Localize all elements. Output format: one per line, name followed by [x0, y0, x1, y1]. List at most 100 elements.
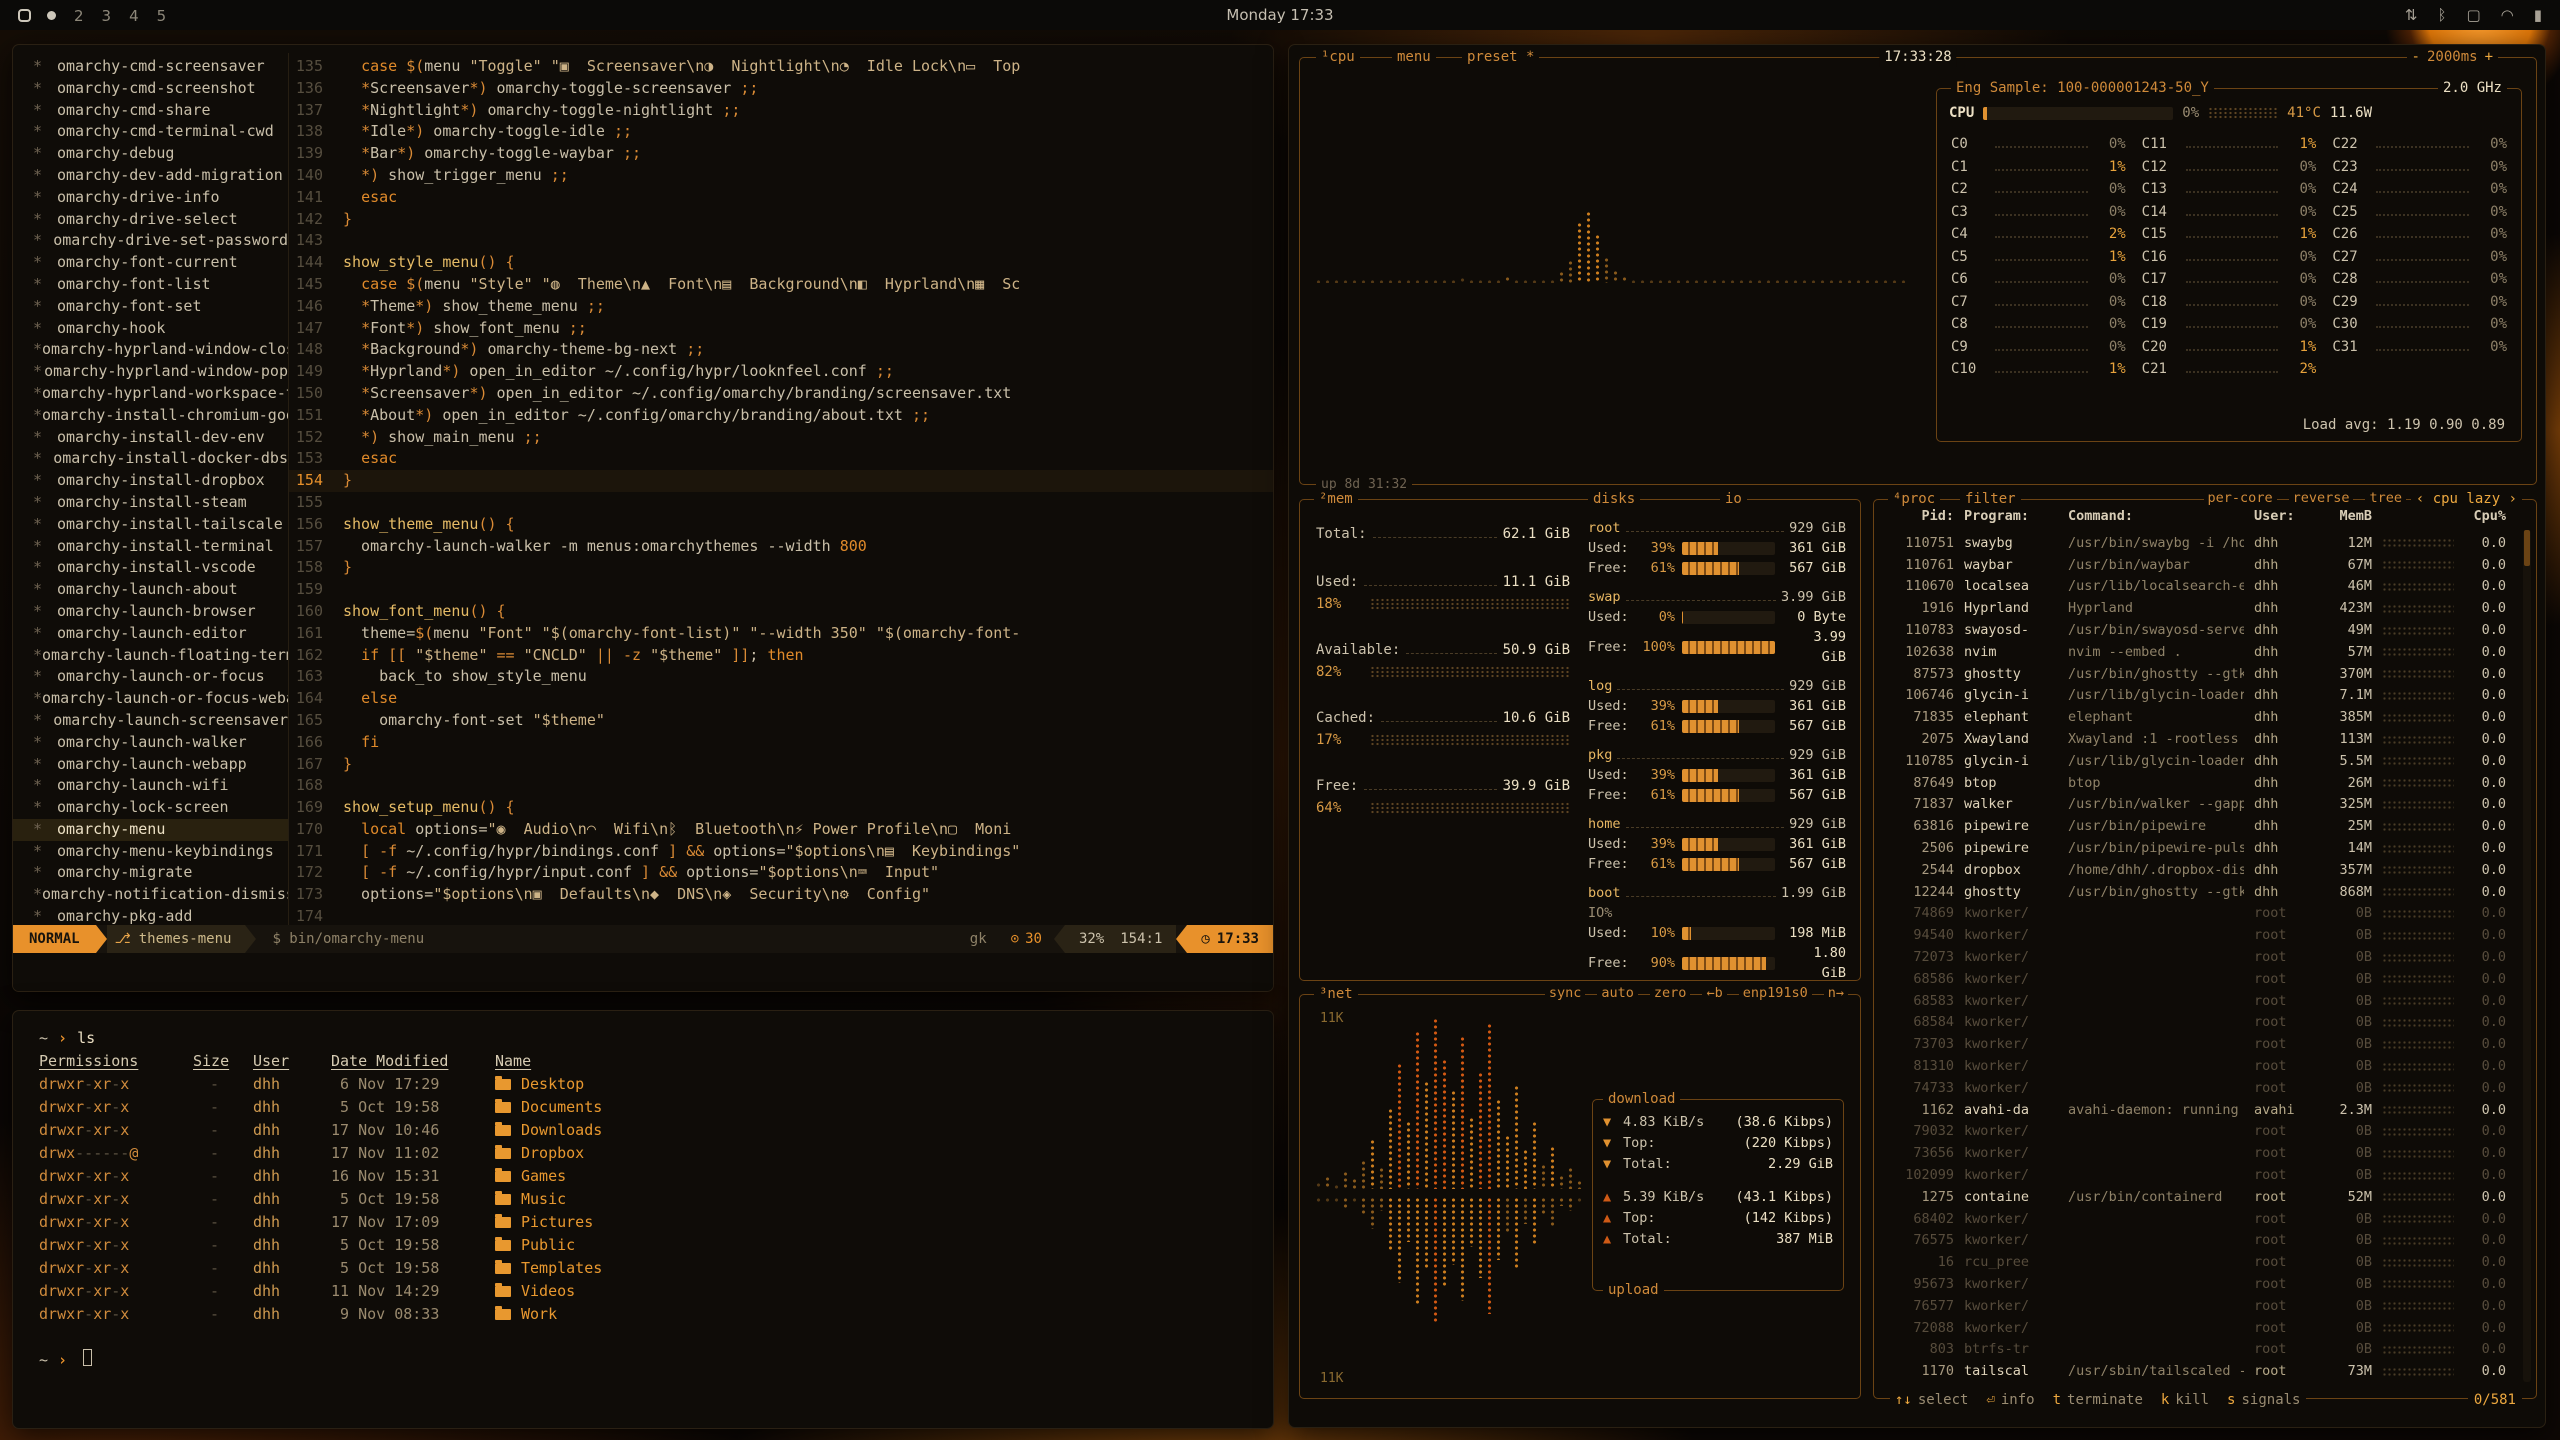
process-row[interactable]: 72073kworker/root0B0.0	[1878, 946, 2516, 968]
file-item[interactable]: *omarchy-debug	[33, 143, 288, 165]
process-row[interactable]: 2544dropbox/home/dhh/.dropbox-distdhh357…	[1878, 859, 2516, 881]
tab-proc[interactable]: ⁴proc	[1888, 490, 1940, 509]
file-item[interactable]: *omarchy-cmd-terminal-cwd	[33, 121, 288, 143]
process-row[interactable]: 1162avahi-daavahi-daemon: running [avahi…	[1878, 1099, 2516, 1121]
proc-header-cell[interactable]	[2382, 508, 2454, 524]
code-line[interactable]: 143	[289, 230, 1273, 252]
file-item[interactable]: *omarchy-launch-editor	[33, 623, 288, 645]
preset-button[interactable]: preset *	[1462, 48, 1539, 67]
process-row[interactable]: 110783swayosd-/usr/bin/swayosd-serverdhh…	[1878, 619, 2516, 641]
tab-net[interactable]: ³net	[1314, 985, 1358, 1004]
code-line[interactable]: 141 esac	[289, 187, 1273, 209]
process-row[interactable]: 95673kworker/root0B0.0	[1878, 1273, 2516, 1295]
bluetooth-icon[interactable]: ᛒ	[2437, 6, 2446, 24]
proc-header-cell[interactable]: Program:	[1964, 508, 2058, 524]
code-line[interactable]: 157 omarchy-launch-walker -m menus:omarc…	[289, 536, 1273, 558]
dir-name[interactable]: Videos	[495, 1280, 1273, 1303]
process-row[interactable]: 68586kworker/root0B0.0	[1878, 968, 2516, 990]
code-line[interactable]: 159	[289, 579, 1273, 601]
file-item[interactable]: *omarchy-install-docker-dbs	[33, 448, 288, 470]
process-row[interactable]: 102099kworker/root0B0.0	[1878, 1164, 2516, 1186]
proc-action-info[interactable]: ⏎info	[1986, 1392, 2034, 1408]
code-line[interactable]: 162 if [[ "$theme" == "CNCLD" || -z "$th…	[289, 645, 1273, 667]
code-line[interactable]: 140 *) show_trigger_menu ;;	[289, 165, 1273, 187]
dir-name[interactable]: Dropbox	[495, 1142, 1273, 1165]
workspace-5[interactable]: 5	[157, 7, 167, 25]
code-line[interactable]: 137 *Nightlight*) omarchy-toggle-nightli…	[289, 100, 1273, 122]
proc-header-cell[interactable]: Pid:	[1888, 508, 1954, 524]
proc-option-tree[interactable]: tree	[2365, 490, 2406, 506]
prompt-line-2[interactable]: ~ ›	[39, 1349, 1273, 1372]
code-line[interactable]: 154}	[289, 470, 1273, 492]
file-item[interactable]: *omarchy-install-dev-env	[33, 427, 288, 449]
file-item[interactable]: *omarchy-cmd-share	[33, 100, 288, 122]
proc-action-terminate[interactable]: tterminate	[2053, 1392, 2143, 1408]
dir-name[interactable]: Pictures	[495, 1211, 1273, 1234]
file-item[interactable]: *omarchy-install-tailscale	[33, 514, 288, 536]
code-line[interactable]: 135 case $(menu "Toggle" "▣ Screensaver\…	[289, 56, 1273, 78]
workspace-4[interactable]: 4	[129, 7, 139, 25]
net-control-←b[interactable]: ←b	[1702, 985, 1726, 1001]
process-row[interactable]: 110751swaybg/usr/bin/swaybg -i /homdhh12…	[1878, 532, 2516, 554]
code-line[interactable]: 150 *Screensaver*) open_in_editor ~/.con…	[289, 383, 1273, 405]
code-line[interactable]: 149 *Hyprland*) open_in_editor ~/.config…	[289, 361, 1273, 383]
disks-label[interactable]: disks	[1588, 490, 1640, 509]
proc-header-cell[interactable]: Command:	[2068, 508, 2244, 524]
process-row[interactable]: 81310kworker/root0B0.0	[1878, 1055, 2516, 1077]
tab-mem[interactable]: ²mem	[1314, 490, 1358, 509]
code-line[interactable]: 145 case $(menu "Style" "◍ Theme\n▲ Font…	[289, 274, 1273, 296]
file-item[interactable]: *omarchy-launch-wifi	[33, 775, 288, 797]
process-row[interactable]: 16rcu_preeroot0B0.0	[1878, 1251, 2516, 1273]
code-line[interactable]: 167}	[289, 754, 1273, 776]
file-item[interactable]: *omarchy-launch-walker	[33, 732, 288, 754]
code-line[interactable]: 151 *About*) open_in_editor ~/.config/om…	[289, 405, 1273, 427]
process-row[interactable]: 73703kworker/root0B0.0	[1878, 1033, 2516, 1055]
file-item[interactable]: *omarchy-hyprland-workspace-toggle	[33, 383, 288, 405]
workspace-1-icon[interactable]	[18, 9, 31, 22]
code-line[interactable]: 147 *Font*) show_font_menu ;;	[289, 318, 1273, 340]
file-item[interactable]: *omarchy-cmd-screenshot	[33, 78, 288, 100]
menu-button[interactable]: menu	[1392, 48, 1436, 67]
dir-name[interactable]: Templates	[495, 1257, 1273, 1280]
dir-name[interactable]: Games	[495, 1165, 1273, 1188]
proc-header-cell[interactable]: MemB	[2320, 508, 2372, 524]
code-line[interactable]: 164 else	[289, 688, 1273, 710]
file-item[interactable]: *omarchy-install-chromium-google-a	[33, 405, 288, 427]
process-row[interactable]: 74869kworker/root0B0.0	[1878, 903, 2516, 925]
process-row[interactable]: 1275containe/usr/bin/containerdroot52M0.…	[1878, 1186, 2516, 1208]
dir-name[interactable]: Music	[495, 1188, 1273, 1211]
process-row[interactable]: 68583kworker/root0B0.0	[1878, 990, 2516, 1012]
command-line[interactable]	[13, 953, 1273, 991]
code-line[interactable]: 170 local options="◉ Audio\n◠ Wifi\nᛒ Bl…	[289, 819, 1273, 841]
process-row[interactable]: 71835elephantelephantdhh385M0.0	[1878, 706, 2516, 728]
file-item[interactable]: *omarchy-install-dropbox	[33, 470, 288, 492]
file-item[interactable]: *omarchy-launch-or-focus	[33, 666, 288, 688]
process-row[interactable]: 2506pipewire/usr/bin/pipewire-pulsedhh14…	[1878, 837, 2516, 859]
process-row[interactable]: 110785glycin-i/usr/lib/glycin-loadersdhh…	[1878, 750, 2516, 772]
file-item[interactable]: *omarchy-install-steam	[33, 492, 288, 514]
file-item[interactable]: *omarchy-drive-set-password	[33, 230, 288, 252]
file-item[interactable]: *omarchy-launch-floating-terminal-	[33, 645, 288, 667]
file-item[interactable]: *omarchy-launch-or-focus-webapp	[33, 688, 288, 710]
display-icon[interactable]: ▢	[2466, 6, 2480, 24]
proc-option-reverse[interactable]: reverse	[2289, 490, 2354, 506]
file-item[interactable]: *omarchy-hook	[33, 318, 288, 340]
process-row[interactable]: 71837walker/usr/bin/walker --gappldhh325…	[1878, 794, 2516, 816]
proc-option-per-core[interactable]: per-core	[2204, 490, 2277, 506]
file-item[interactable]: *omarchy-notification-dismiss	[33, 884, 288, 906]
file-item[interactable]: *omarchy-launch-webapp	[33, 754, 288, 776]
file-item[interactable]: *omarchy-font-set	[33, 296, 288, 318]
file-item[interactable]: *omarchy-hyprland-window-close-all	[33, 339, 288, 361]
net-control-enp191s0[interactable]: enp191s0	[1739, 985, 1812, 1001]
file-item[interactable]: *omarchy-drive-select	[33, 209, 288, 231]
process-row[interactable]: 63816pipewire/usr/bin/pipewiredhh25M0.0	[1878, 815, 2516, 837]
code-line[interactable]: 165 omarchy-font-set "$theme"	[289, 710, 1273, 732]
code-pane[interactable]: 135 case $(menu "Toggle" "▣ Screensaver\…	[289, 53, 1273, 925]
topbar-clock[interactable]: Monday 17:33	[1226, 6, 1333, 24]
code-line[interactable]: 168	[289, 775, 1273, 797]
file-item[interactable]: *omarchy-cmd-screensaver	[33, 56, 288, 78]
process-row[interactable]: 87573ghostty/usr/bin/ghostty --gtk-dhh37…	[1878, 663, 2516, 685]
process-row[interactable]: 68402kworker/root0B0.0	[1878, 1208, 2516, 1230]
dir-name[interactable]: Downloads	[495, 1119, 1273, 1142]
file-item[interactable]: *omarchy-pkg-add	[33, 906, 288, 925]
